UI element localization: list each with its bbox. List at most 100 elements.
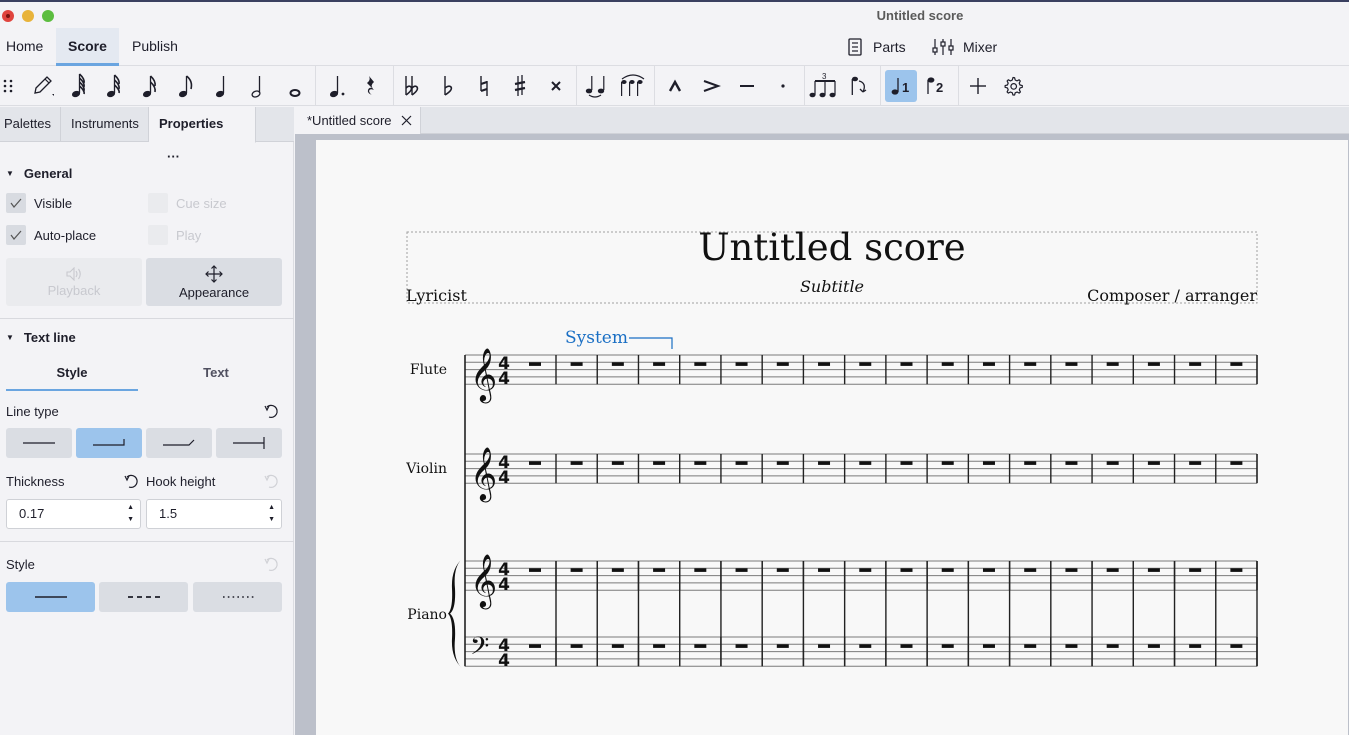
note-input-pencil-icon[interactable] bbox=[27, 70, 59, 102]
whole-rest[interactable] bbox=[653, 461, 666, 465]
accent-icon[interactable] bbox=[695, 70, 727, 102]
tab-home[interactable]: Home bbox=[0, 28, 55, 66]
whole-rest[interactable] bbox=[1065, 644, 1078, 648]
add-icon[interactable] bbox=[962, 70, 994, 102]
spin-arrows[interactable]: ▲ ▼ bbox=[127, 502, 134, 526]
whole-rest[interactable] bbox=[982, 362, 995, 366]
whole-rest[interactable] bbox=[1024, 362, 1037, 366]
whole-rest[interactable] bbox=[611, 461, 624, 465]
whole-rest[interactable] bbox=[859, 461, 872, 465]
system-text-line-hook[interactable] bbox=[629, 337, 673, 349]
instrument-name-piano[interactable]: Piano bbox=[407, 607, 447, 623]
whole-rest[interactable] bbox=[859, 362, 872, 366]
line-type-hook-angled-button[interactable] bbox=[146, 428, 212, 458]
natural-icon[interactable] bbox=[468, 70, 500, 102]
close-tab-icon[interactable] bbox=[401, 115, 412, 126]
marcato-icon[interactable] bbox=[659, 70, 691, 102]
tab-score[interactable]: Score bbox=[56, 28, 119, 66]
whole-rest[interactable] bbox=[1189, 568, 1202, 572]
whole-rest[interactable] bbox=[1065, 568, 1078, 572]
instrument-name-violin[interactable]: Violin bbox=[405, 461, 447, 477]
line-type-end-bar-button[interactable] bbox=[216, 428, 282, 458]
spin-arrows[interactable]: ▲ ▼ bbox=[268, 502, 275, 526]
whole-rest[interactable] bbox=[694, 362, 707, 366]
whole-rest[interactable] bbox=[1147, 362, 1160, 366]
whole-rest[interactable] bbox=[735, 568, 748, 572]
tuplet-icon[interactable]: 3 bbox=[808, 70, 840, 102]
whole-rest[interactable] bbox=[735, 362, 748, 366]
subtab-style[interactable]: Style bbox=[6, 365, 138, 391]
score-composer[interactable]: Composer / arranger bbox=[1087, 286, 1257, 305]
reset-thickness-icon[interactable] bbox=[123, 472, 141, 490]
whole-rest[interactable] bbox=[982, 644, 995, 648]
flat-icon[interactable] bbox=[432, 70, 464, 102]
whole-rest[interactable] bbox=[694, 644, 707, 648]
mixer-button[interactable]: Mixer bbox=[932, 28, 997, 66]
parts-button[interactable]: Parts bbox=[848, 28, 906, 66]
style-dotted-button[interactable] bbox=[193, 582, 282, 612]
whole-rest[interactable] bbox=[570, 644, 583, 648]
tab-palettes[interactable]: Palettes bbox=[0, 107, 61, 142]
text-line-section-header[interactable]: ▼ Text line bbox=[6, 330, 76, 345]
whole-rest[interactable] bbox=[735, 461, 748, 465]
whole-rest[interactable] bbox=[694, 461, 707, 465]
tie-icon[interactable] bbox=[581, 70, 613, 102]
whole-rest[interactable] bbox=[529, 644, 541, 648]
style-dashed-button[interactable] bbox=[99, 582, 188, 612]
increment-icon[interactable]: ▲ bbox=[268, 502, 275, 514]
whole-rest[interactable] bbox=[1106, 644, 1119, 648]
half-note-icon[interactable] bbox=[243, 70, 275, 102]
whole-rest[interactable] bbox=[818, 644, 831, 648]
whole-rest[interactable] bbox=[570, 461, 583, 465]
whole-rest[interactable] bbox=[900, 362, 913, 366]
score-canvas[interactable]: Untitled score Subtitle Lyricist Compose… bbox=[316, 140, 1348, 735]
sixty-fourth-note-icon[interactable] bbox=[63, 70, 95, 102]
increment-icon[interactable]: ▲ bbox=[127, 502, 134, 514]
whole-rest[interactable] bbox=[776, 644, 789, 648]
document-tab[interactable]: *Untitled score bbox=[295, 107, 421, 134]
reset-line-type-icon[interactable] bbox=[263, 402, 281, 420]
whole-rest[interactable] bbox=[1189, 644, 1202, 648]
whole-rest[interactable] bbox=[900, 461, 913, 465]
whole-rest[interactable] bbox=[1024, 644, 1037, 648]
whole-rest[interactable] bbox=[941, 568, 954, 572]
whole-rest[interactable] bbox=[982, 568, 995, 572]
whole-rest[interactable] bbox=[1065, 461, 1078, 465]
whole-rest[interactable] bbox=[1230, 568, 1243, 572]
appearance-button[interactable]: Appearance bbox=[146, 258, 282, 306]
quarter-note-icon[interactable] bbox=[207, 70, 239, 102]
tab-properties[interactable]: Properties ··· bbox=[149, 107, 256, 164]
whole-rest[interactable] bbox=[818, 568, 831, 572]
whole-rest[interactable] bbox=[653, 362, 666, 366]
whole-rest[interactable] bbox=[1024, 461, 1037, 465]
sharp-icon[interactable] bbox=[504, 70, 536, 102]
tab-publish[interactable]: Publish bbox=[120, 28, 190, 66]
whole-rest[interactable] bbox=[653, 568, 666, 572]
thirty-second-note-icon[interactable] bbox=[98, 70, 130, 102]
line-type-plain-button[interactable] bbox=[6, 428, 72, 458]
whole-rest[interactable] bbox=[941, 461, 954, 465]
whole-rest[interactable] bbox=[776, 461, 789, 465]
whole-rest[interactable] bbox=[570, 568, 583, 572]
voice-1-icon[interactable]: 1 bbox=[885, 70, 917, 102]
whole-rest[interactable] bbox=[1189, 461, 1202, 465]
whole-rest[interactable] bbox=[1230, 461, 1243, 465]
thickness-spinbox[interactable]: 0.17 ▲ ▼ bbox=[6, 499, 141, 529]
whole-rest[interactable] bbox=[611, 644, 624, 648]
whole-rest[interactable] bbox=[776, 568, 789, 572]
whole-rest[interactable] bbox=[611, 362, 624, 366]
tenuto-icon[interactable] bbox=[731, 70, 763, 102]
more-options-icon[interactable]: ··· bbox=[167, 149, 180, 164]
whole-rest[interactable] bbox=[570, 362, 583, 366]
whole-rest[interactable] bbox=[1147, 644, 1160, 648]
whole-rest[interactable] bbox=[859, 568, 872, 572]
staccato-icon[interactable] bbox=[767, 70, 799, 102]
whole-note-icon[interactable] bbox=[279, 70, 311, 102]
system-text-line-label[interactable]: System bbox=[565, 328, 628, 348]
whole-rest[interactable] bbox=[529, 568, 541, 572]
rest-icon[interactable] bbox=[355, 70, 387, 102]
whole-rest[interactable] bbox=[694, 568, 707, 572]
whole-rest[interactable] bbox=[941, 362, 954, 366]
whole-rest[interactable] bbox=[941, 644, 954, 648]
reset-hook-height-icon[interactable] bbox=[263, 472, 281, 490]
